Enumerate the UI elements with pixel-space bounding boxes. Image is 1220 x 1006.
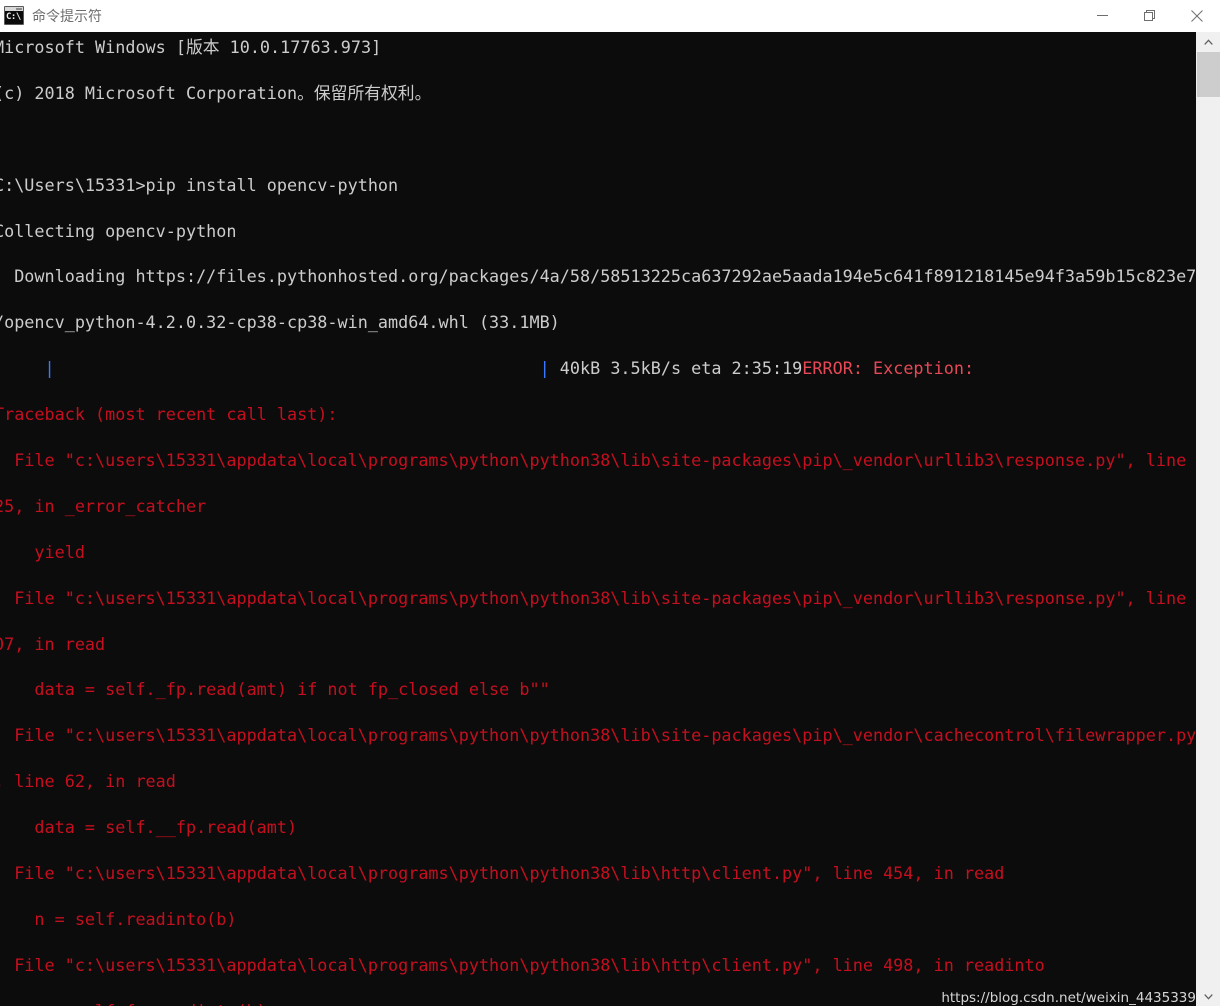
console-line: File "c:\users\15331\appdata\local\progr… <box>0 954 1045 975</box>
maximize-restore-button[interactable] <box>1126 0 1173 31</box>
error-text: ERROR: Exception: <box>802 358 975 379</box>
console-line: yield <box>0 541 85 562</box>
console-text: Microsoft Windows [版本 10.0.17763.973] (c… <box>0 36 1196 1006</box>
console-line: data = self._fp.read(amt) if not fp_clos… <box>0 679 550 700</box>
close-button[interactable] <box>1173 0 1220 31</box>
title-bar[interactable]: C:\ 命令提示符 <box>0 0 1220 32</box>
scrollbar-track[interactable] <box>1197 52 1220 986</box>
console-line: , line 62, in read <box>0 771 176 792</box>
console-line: n = self.readinto(b) <box>0 908 237 929</box>
console-line: Collecting opencv-python <box>0 220 237 241</box>
console-line: (c) 2018 Microsoft Corporation。保留所有权利。 <box>0 82 432 103</box>
console-line: 25, in _error_catcher <box>0 495 207 516</box>
progress-bar-marker: | <box>539 358 550 379</box>
console-segment: 40kB 3.5kB/s eta 2:35:19 <box>549 358 803 379</box>
window-title: 命令提示符 <box>32 8 102 25</box>
scroll-up-button[interactable] <box>1197 32 1220 52</box>
console-line: 07, in read <box>0 633 106 654</box>
command-prompt-window: C:\ 命令提示符 Microsoft Windows [版本 10.0.177… <box>0 0 1220 1006</box>
console-line: n = self.fp.readinto(b) <box>0 1000 1190 1006</box>
console-line: File "c:\users\15331\appdata\local\progr… <box>0 725 1196 746</box>
console-output[interactable]: Microsoft Windows [版本 10.0.17763.973] (c… <box>0 32 1196 1006</box>
console-line: Traceback (most recent call last): <box>0 404 338 425</box>
console-segment <box>55 358 540 378</box>
console-line: /opencv_python-4.2.0.32-cp38-cp38-win_am… <box>0 312 560 333</box>
console-line: Microsoft Windows [版本 10.0.17763.973] <box>0 37 382 57</box>
minimize-button[interactable] <box>1079 0 1126 31</box>
console-line: Downloading https://files.pythonhosted.o… <box>0 266 1196 287</box>
window-controls <box>1079 0 1220 31</box>
console-line: File "c:\users\15331\appdata\local\progr… <box>0 587 1196 608</box>
console-line: C:\Users\15331>pip install opencv-python <box>0 174 399 195</box>
console-segment <box>0 358 45 378</box>
scrollbar-thumb[interactable] <box>1197 52 1220 97</box>
console-area: Microsoft Windows [版本 10.0.17763.973] (c… <box>0 32 1220 1006</box>
title-bar-left: C:\ 命令提示符 <box>0 6 1079 26</box>
console-line: | | 40kB 3.5kB/s eta 2:35:19ERROR: Excep… <box>0 357 1190 380</box>
console-line: File "c:\users\15331\appdata\local\progr… <box>0 863 1005 884</box>
console-line: File "c:\users\15331\appdata\local\progr… <box>0 450 1196 471</box>
console-icon-prompt-glyph: C:\ <box>6 12 21 22</box>
progress-bar-marker: | <box>44 358 55 379</box>
scroll-down-button[interactable] <box>1197 986 1220 1006</box>
vertical-scrollbar[interactable] <box>1196 32 1220 1006</box>
console-icon: C:\ <box>4 6 24 25</box>
console-line: data = self.__fp.read(amt) <box>0 817 298 838</box>
